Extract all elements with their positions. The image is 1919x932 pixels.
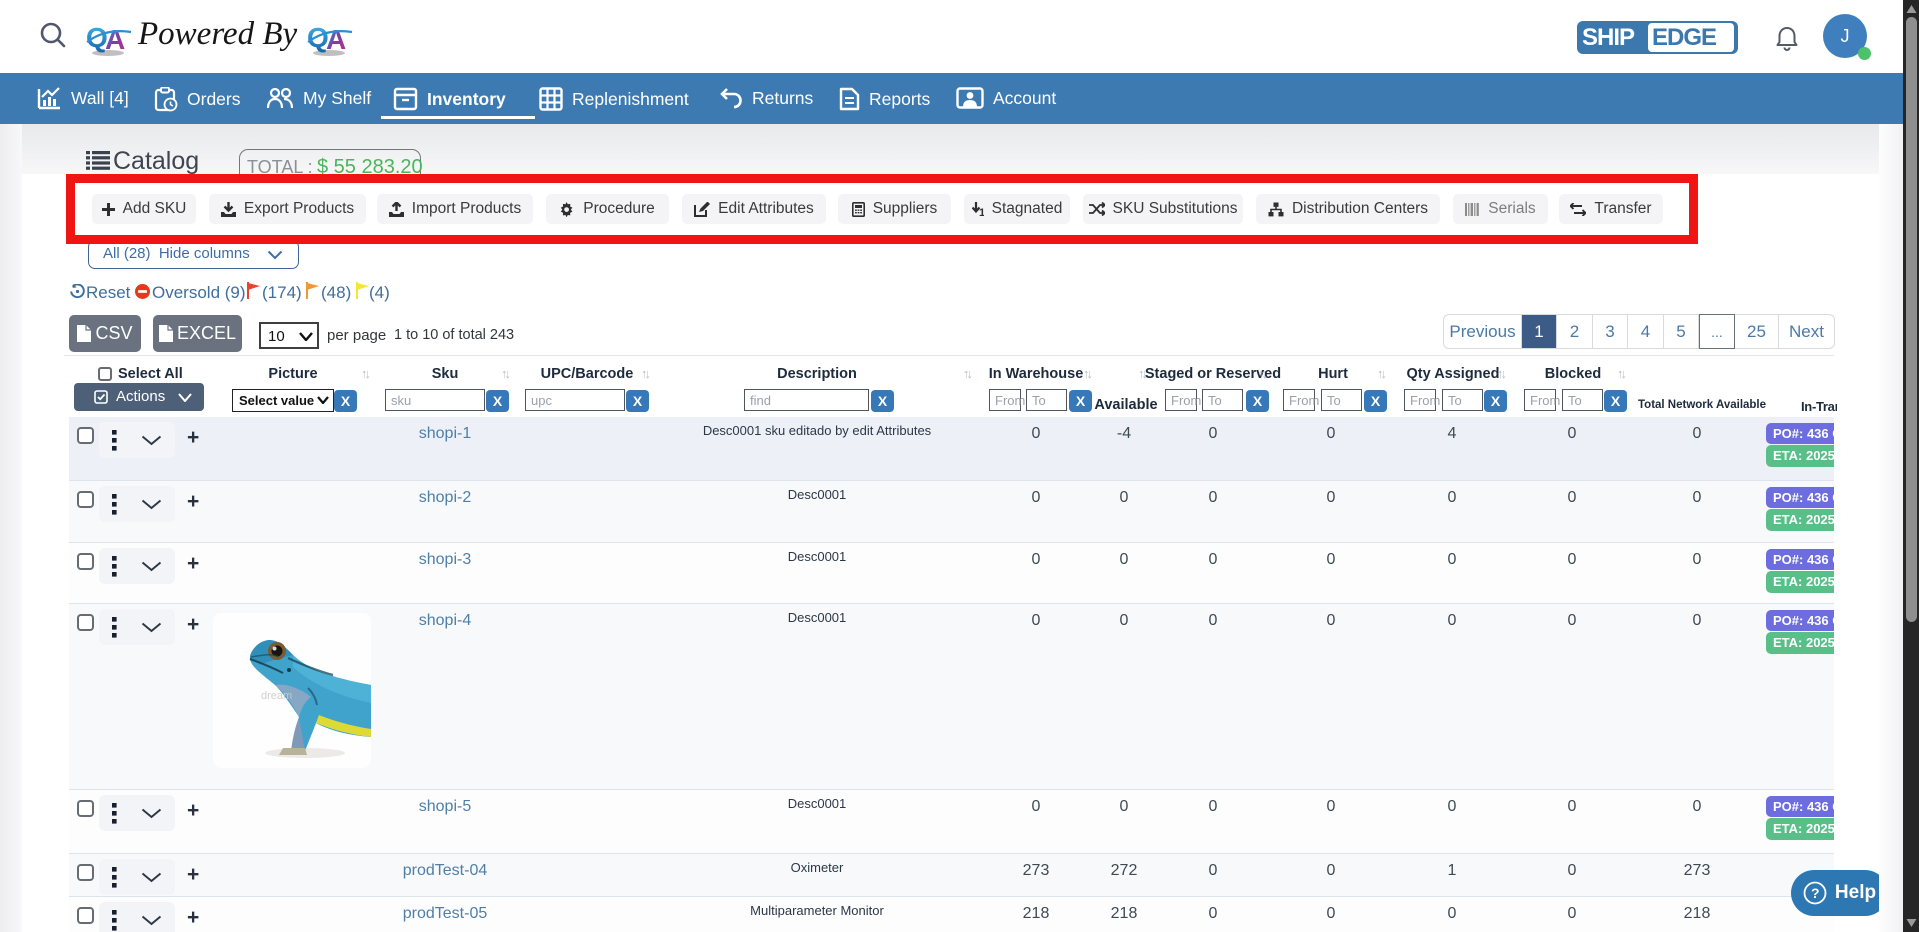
svg-text:?: ? bbox=[1811, 885, 1820, 901]
svg-text:1: 1 bbox=[979, 207, 984, 217]
svg-text:A: A bbox=[105, 24, 125, 55]
svg-text:dream: dream bbox=[261, 690, 292, 702]
svg-text:A: A bbox=[326, 24, 346, 55]
